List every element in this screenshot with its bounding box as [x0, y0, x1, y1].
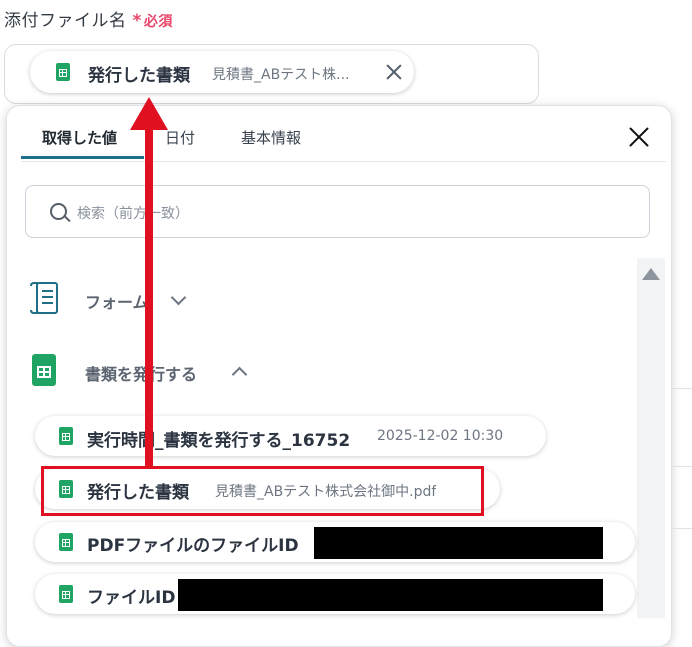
- annotation-arrow: [130, 97, 168, 468]
